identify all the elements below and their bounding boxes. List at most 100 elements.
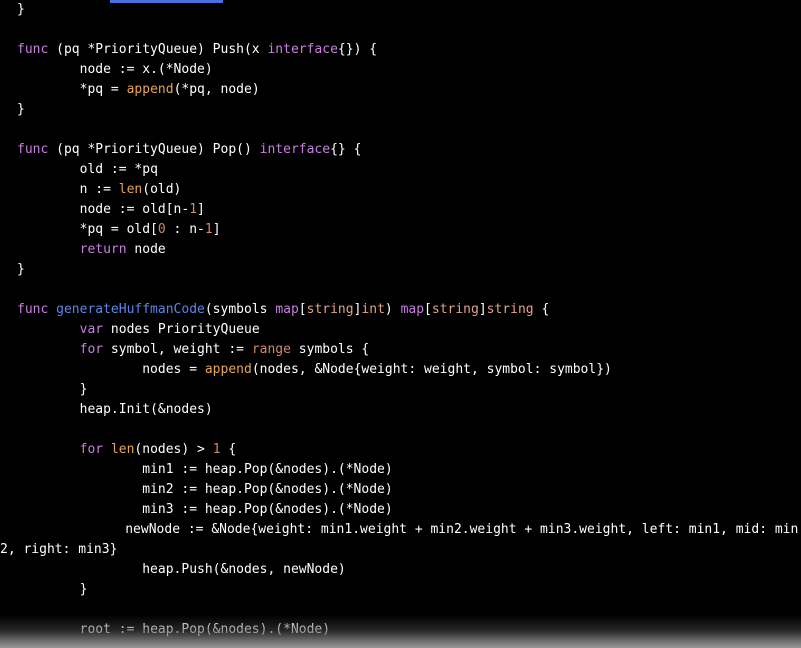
code-line[interactable]: } (0, 0, 801, 20)
code-line[interactable]: } (0, 580, 801, 600)
code-token-num: 1 (212, 442, 221, 457)
code-token-bi: len (118, 182, 143, 197)
code-line[interactable]: } (0, 100, 801, 120)
code-token-num: 0 (157, 222, 166, 237)
code-token-plain: (symbols (204, 302, 276, 317)
code-token-plain: } (79, 582, 88, 597)
code-token-rng: range (251, 342, 291, 357)
code-line[interactable]: min2 := heap.Pop(&nodes).(*Node) (0, 480, 801, 500)
code-token-plain: *pq = old[ (79, 222, 158, 237)
code-token-type: string (306, 302, 354, 317)
code-token-plain: ) (384, 302, 401, 317)
code-token-kw: interface (267, 42, 338, 57)
code-line[interactable]: for symbol, weight := range symbols { (0, 340, 801, 360)
code-token-plain: node := x.(*Node) (79, 62, 213, 77)
code-token-plain: *pq = (79, 82, 127, 97)
code-token-plain: min2 := heap.Pop(&nodes).(*Node) (142, 482, 393, 497)
code-token-plain: {} { (330, 142, 362, 157)
code-line[interactable]: root := heap.Pop(&nodes).(*Node) (0, 620, 801, 640)
code-token-kw: return (79, 242, 127, 257)
code-token-plain: } (17, 102, 25, 117)
code-token-plain: root := heap.Pop(&nodes).(*Node) (79, 622, 331, 637)
code-token-type: string (486, 302, 534, 317)
code-line[interactable]: n := len(old) (0, 180, 801, 200)
code-token-plain: ] (197, 202, 205, 217)
code-token-kw: interface (259, 142, 331, 157)
code-token-kw: func (17, 302, 49, 317)
code-line[interactable]: old := *pq (0, 160, 801, 180)
code-line[interactable]: heap.Init(&nodes) (0, 400, 801, 420)
code-line[interactable]: newNode := &Node{weight: min1.weight + m… (0, 520, 801, 560)
code-token-plain: (*pq, node) (173, 82, 260, 97)
code-token-plain: nodes = (142, 362, 205, 377)
code-line[interactable]: *pq = append(*pq, node) (0, 80, 801, 100)
code-line[interactable]: func (pq *PriorityQueue) Push(x interfac… (0, 40, 801, 60)
code-token-plain: [ (424, 302, 432, 317)
code-token-plain: {}) { (337, 42, 378, 57)
code-token-plain: n := (79, 182, 119, 197)
code-line[interactable]: min1 := heap.Pop(&nodes).(*Node) (0, 460, 801, 480)
code-token-kw: var (79, 322, 104, 337)
code-token-plain: [ (298, 302, 307, 317)
code-token-num: 1 (204, 222, 213, 237)
code-token-plain: } (17, 262, 25, 277)
code-token-plain: } (17, 2, 25, 17)
code-line[interactable]: node := x.(*Node) (0, 60, 801, 80)
code-line[interactable]: func (pq *PriorityQueue) Pop() interface… (0, 140, 801, 160)
code-token-kw: func (17, 142, 49, 157)
code-line[interactable]: heap.Push(&nodes, newNode) (0, 560, 801, 580)
code-token-kw: map (275, 302, 299, 317)
code-token-plain: min1 := heap.Pop(&nodes).(*Node) (142, 462, 393, 477)
code-token-fn: generateHuffmanCode (56, 302, 205, 317)
code-line[interactable]: nodes = append(nodes, &Node{weight: weig… (0, 360, 801, 380)
code-editor-viewport[interactable]: } func (pq *PriorityQueue) Push(x interf… (0, 0, 801, 648)
code-line[interactable]: var nodes PriorityQueue (0, 320, 801, 340)
code-token-plain: ] (212, 222, 221, 237)
code-token-bi: append (126, 82, 174, 97)
code-token-plain: heap.Init(&nodes) (79, 402, 213, 417)
code-line[interactable]: for len(nodes) > 1 { (0, 440, 801, 460)
code-token-plain: old := *pq (79, 162, 158, 177)
code-line[interactable]: node := old[n-1] (0, 200, 801, 220)
code-line[interactable]: return node (0, 240, 801, 260)
code-token-plain: { (220, 442, 237, 457)
code-token-plain: symbols { (290, 342, 370, 357)
code-token-num: 1 (189, 202, 198, 217)
code-line[interactable]: } (0, 260, 801, 280)
code-token-plain: heap.Push(&nodes, newNode) (142, 562, 346, 577)
code-token-plain: : n- (165, 222, 205, 237)
code-line[interactable]: min3 := heap.Pop(&nodes).(*Node) (0, 500, 801, 520)
code-line[interactable]: *pq = old[0 : n-1] (0, 220, 801, 240)
code-token-plain: (old) (142, 182, 182, 197)
code-token-plain: ] (478, 302, 487, 317)
code-token-plain: (nodes, &Node{weight: weight, symbol: sy… (251, 362, 612, 377)
code-line[interactable]: } (0, 380, 801, 400)
text-selection-highlight-bar (110, 0, 223, 3)
code-token-type: string (431, 302, 479, 317)
code-token-plain: symbol, weight := (103, 342, 252, 357)
code-line[interactable]: func generateHuffmanCode(symbols map[str… (0, 300, 801, 320)
code-token-plain: node := old[n- (79, 202, 190, 217)
code-token-plain: (nodes) > (134, 442, 213, 457)
code-token-plain: } (79, 382, 88, 397)
